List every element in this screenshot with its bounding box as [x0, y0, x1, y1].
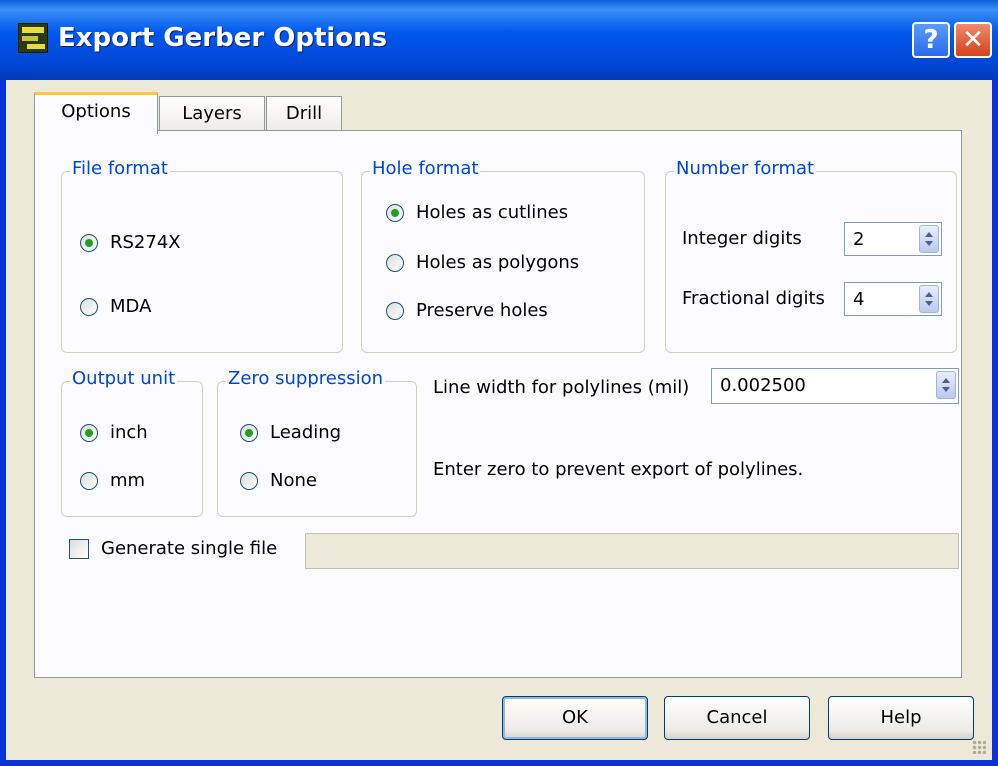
radio-mm[interactable]: mm	[80, 470, 145, 491]
radio-holes-as-cutlines[interactable]: Holes as cutlines	[386, 202, 568, 223]
number-format-group: Number format Integer digits 2 Fractiona…	[665, 158, 957, 353]
number-format-legend: Number format	[674, 158, 817, 179]
radio-button-icon[interactable]	[386, 253, 404, 272]
fractional-digits-value: 4	[853, 289, 865, 310]
hole-format-legend: Hole format	[370, 158, 481, 179]
dialog-client-area: Options Layers Drill File format RS274X …	[6, 80, 992, 760]
line-width-label: Line width for polylines (mil)	[433, 377, 690, 398]
radio-none-label: None	[270, 470, 317, 491]
dialog-title: Export Gerber Options	[58, 23, 388, 53]
generate-single-file-checkbox[interactable]	[69, 539, 89, 559]
radio-rs274x-label: RS274X	[110, 232, 181, 253]
app-icon	[18, 23, 48, 53]
help-button[interactable]: Help	[828, 696, 974, 740]
radio-mm-label: mm	[110, 470, 146, 491]
radio-mda[interactable]: MDA	[80, 296, 151, 317]
radio-mda-label: MDA	[110, 296, 152, 317]
fractional-digits-spinbox[interactable]: 4	[844, 282, 942, 316]
integer-digits-label: Integer digits	[682, 228, 802, 249]
radio-button-icon[interactable]	[80, 423, 98, 442]
spinner-arrows-icon[interactable]	[919, 225, 939, 253]
radio-holes-as-polygons[interactable]: Holes as polygons	[386, 252, 579, 273]
radio-holes-as-cutlines-label: Holes as cutlines	[416, 202, 569, 223]
radio-leading-label: Leading	[270, 422, 342, 443]
zero-suppression-group: Zero suppression Leading None	[217, 368, 417, 517]
title-bar[interactable]: Export Gerber Options ? ✕	[0, 0, 998, 80]
help-title-button[interactable]: ?	[912, 22, 950, 58]
tab-drill[interactable]: Drill	[266, 96, 342, 132]
radio-button-icon[interactable]	[240, 471, 258, 490]
line-width-hint: Enter zero to prevent export of polyline…	[433, 459, 804, 480]
options-tab-panel: File format RS274X MDA Hole format Holes…	[34, 130, 962, 678]
single-file-name-field[interactable]	[305, 533, 959, 569]
ok-button[interactable]: OK	[502, 696, 648, 740]
radio-button-icon[interactable]	[386, 301, 404, 320]
radio-leading[interactable]: Leading	[240, 422, 341, 443]
radio-preserve-holes-label: Preserve holes	[416, 300, 548, 321]
tab-layers[interactable]: Layers	[159, 96, 265, 132]
spinner-arrows-icon[interactable]	[936, 371, 956, 399]
hole-format-group: Hole format Holes as cutlines Holes as p…	[361, 158, 645, 353]
integer-digits-value: 2	[853, 229, 865, 250]
radio-rs274x[interactable]: RS274X	[80, 232, 181, 253]
spinner-arrows-icon[interactable]	[919, 285, 939, 313]
zero-suppression-legend: Zero suppression	[226, 368, 386, 389]
fractional-digits-label: Fractional digits	[682, 288, 825, 309]
generate-single-file-label: Generate single file	[101, 538, 278, 559]
radio-button-icon[interactable]	[240, 423, 258, 442]
output-unit-group: Output unit inch mm	[61, 368, 203, 517]
radio-inch[interactable]: inch	[80, 422, 148, 443]
file-format-legend: File format	[70, 158, 170, 179]
radio-button-icon[interactable]	[80, 297, 98, 316]
export-gerber-options-dialog: Export Gerber Options ? ✕ Options Layers…	[0, 0, 998, 766]
integer-digits-spinbox[interactable]: 2	[844, 222, 942, 256]
tab-options[interactable]: Options	[34, 92, 158, 134]
cancel-button[interactable]: Cancel	[664, 696, 810, 740]
radio-none[interactable]: None	[240, 470, 317, 491]
radio-button-icon[interactable]	[80, 233, 98, 252]
output-unit-legend: Output unit	[70, 368, 178, 389]
line-width-value: 0.002500	[720, 375, 806, 396]
resize-grip-icon[interactable]	[972, 740, 986, 754]
line-width-spinbox[interactable]: 0.002500	[711, 368, 959, 404]
radio-inch-label: inch	[110, 422, 148, 443]
radio-button-icon[interactable]	[80, 471, 98, 490]
radio-holes-as-polygons-label: Holes as polygons	[416, 252, 580, 273]
close-button[interactable]: ✕	[954, 22, 992, 58]
file-format-group: File format RS274X MDA	[61, 158, 343, 353]
radio-button-icon[interactable]	[386, 203, 404, 222]
radio-preserve-holes[interactable]: Preserve holes	[386, 300, 548, 321]
